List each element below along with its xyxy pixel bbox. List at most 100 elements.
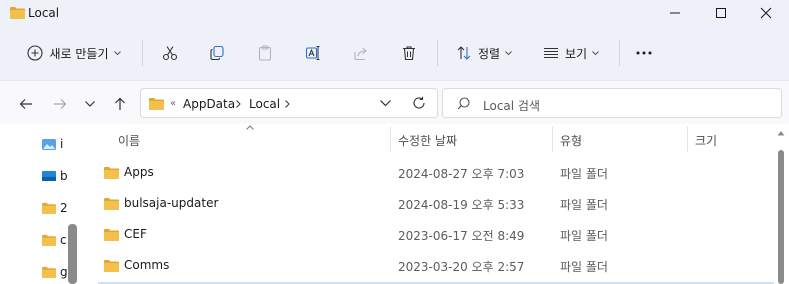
forward-button[interactable] (51, 95, 69, 113)
delete-icon (403, 46, 415, 61)
share-button[interactable] (347, 38, 375, 68)
delete-button[interactable] (395, 38, 423, 68)
view-label: 보기 (564, 46, 588, 61)
paste-button[interactable] (251, 38, 279, 68)
refresh-icon[interactable] (412, 96, 426, 110)
sidebar-scrollbar[interactable] (68, 224, 77, 284)
sidebar-item-folder[interactable]: c (42, 231, 67, 249)
folder-icon (104, 260, 119, 272)
maximize-button[interactable] (698, 0, 744, 26)
sidebar-item-label: g (60, 265, 68, 279)
folder-icon (42, 202, 56, 214)
sidebar-item-label: c (60, 233, 67, 247)
new-button[interactable]: 새로 만들기 (18, 38, 130, 68)
up-button[interactable] (111, 95, 129, 113)
file-modified: 2024-08-27 오후 7:03 (398, 167, 525, 181)
sidebar-item-folder[interactable]: g (42, 263, 68, 281)
view-button[interactable]: 보기 (536, 38, 606, 68)
rename-icon (305, 46, 320, 60)
breadcrumb-appdata[interactable]: AppData (183, 97, 235, 111)
minimize-button[interactable] (652, 0, 698, 26)
vertical-scrollbar[interactable] (776, 128, 786, 284)
cut-icon (162, 46, 178, 61)
file-modified: 2023-06-17 오전 8:49 (398, 229, 525, 243)
breadcrumb-local[interactable]: Local (249, 97, 280, 111)
command-bar: 새로 만들기 정렬 보기 (0, 30, 789, 76)
search-box[interactable]: Local 검색 (442, 88, 782, 118)
navigation-pane: i b 2 c g (0, 124, 78, 284)
sidebar-item-desktop[interactable]: b (42, 167, 68, 185)
column-header-name[interactable]: 이름 (118, 132, 140, 149)
table-row[interactable]: CEF 2023-06-17 오전 8:49 파일 폴더 (98, 220, 774, 251)
sort-label: 정렬 (477, 46, 501, 61)
table-row[interactable]: Comms 2023-03-20 오후 2:57 파일 폴더 (98, 251, 774, 282)
chevron-down-icon (113, 50, 121, 55)
paste-icon (258, 45, 272, 61)
file-list: 이름 수정한 날짜 유형 크기 Apps 2024-08-27 오후 7:03 … (78, 124, 789, 284)
cut-button[interactable] (156, 38, 184, 68)
chevron-right-icon[interactable] (236, 100, 241, 108)
close-button[interactable] (743, 0, 789, 26)
sidebar-item-folder[interactable]: 2 (42, 199, 68, 217)
file-type: 파일 폴더 (560, 229, 608, 243)
file-name: Apps (124, 165, 154, 179)
address-bar[interactable]: « AppData Local (140, 88, 438, 118)
search-icon (457, 97, 470, 110)
title-bar: Local (0, 0, 789, 26)
share-icon (354, 47, 367, 61)
sort-icon (457, 46, 471, 60)
new-label: 새로 만들기 (49, 46, 109, 61)
chevron-right-icon[interactable] (285, 100, 290, 108)
back-button[interactable] (17, 95, 35, 113)
file-name: CEF (124, 227, 147, 241)
table-row[interactable]: Apps 2024-08-27 오후 7:03 파일 폴더 (98, 158, 774, 189)
close-icon (760, 7, 772, 19)
new-plus-icon (27, 45, 44, 61)
column-divider[interactable] (552, 126, 553, 152)
file-type: 파일 폴더 (560, 260, 608, 274)
folder-icon (104, 167, 119, 179)
more-options-button[interactable] (630, 38, 658, 68)
sidebar-item-label: b (60, 169, 68, 183)
folder-icon (10, 7, 25, 19)
sidebar-item-pictures[interactable]: i (42, 135, 63, 153)
file-name: Comms (124, 258, 170, 272)
table-row[interactable]: bulsaja-updater 2024-08-19 오후 5:33 파일 폴더 (98, 189, 774, 220)
sidebar-item-label: 2 (60, 201, 68, 215)
address-history-icon[interactable] (380, 100, 391, 107)
view-list-icon (543, 47, 558, 59)
column-divider[interactable] (390, 126, 391, 152)
chevron-down-icon (592, 50, 599, 55)
arrow-right-icon (54, 99, 67, 109)
column-header-modified[interactable]: 수정한 날짜 (398, 132, 457, 149)
toolbar-divider (142, 40, 143, 66)
file-modified: 2023-03-20 오후 2:57 (398, 260, 525, 274)
rename-button[interactable] (299, 38, 327, 68)
search-input[interactable]: Local 검색 (483, 97, 540, 114)
file-type: 파일 폴더 (560, 198, 608, 212)
copy-button[interactable] (203, 38, 231, 68)
column-divider[interactable] (687, 126, 688, 152)
file-type: 파일 폴더 (560, 167, 608, 181)
minimize-icon (670, 12, 680, 14)
folder-icon (104, 229, 119, 241)
folder-icon (42, 234, 56, 246)
folder-icon (104, 198, 119, 210)
recent-locations-button[interactable] (81, 95, 99, 113)
scrollbar-thumb[interactable] (778, 150, 784, 284)
desktop-folder-icon (42, 171, 56, 181)
column-header-size[interactable]: 크기 (695, 132, 717, 149)
toolbar-divider (619, 40, 620, 66)
window-title: Local (28, 6, 60, 20)
arrow-left-icon (19, 99, 32, 109)
more-icon (636, 51, 652, 55)
arrow-up-icon (115, 97, 125, 110)
file-name: bulsaja-updater (124, 196, 219, 210)
sort-ascending-icon (246, 125, 254, 130)
column-header-type[interactable]: 유형 (560, 132, 582, 149)
breadcrumb-overflow[interactable]: « (170, 98, 176, 109)
sort-button[interactable]: 정렬 (449, 38, 519, 68)
scroll-up-icon[interactable] (777, 130, 785, 136)
chevron-down-icon (505, 50, 512, 55)
sidebar-item-label: i (60, 137, 64, 151)
